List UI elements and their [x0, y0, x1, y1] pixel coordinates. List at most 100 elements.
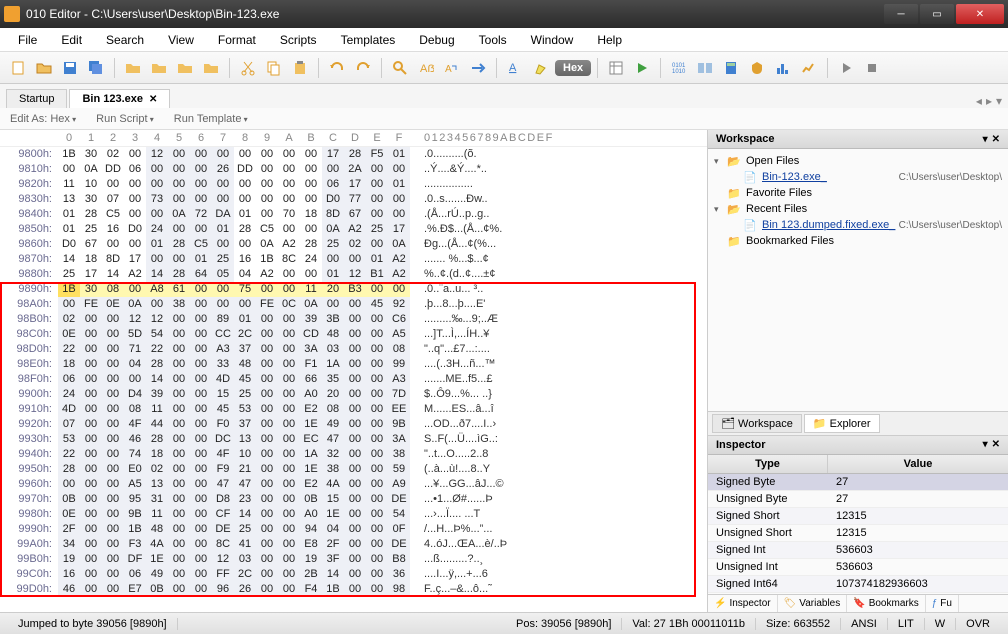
stop-icon[interactable]	[860, 56, 884, 80]
hex-row[interactable]: 9810h:000ADD0600000026DD000000002A0000..…	[0, 162, 707, 177]
run-script-dropdown[interactable]: Run Script	[96, 113, 154, 125]
tab-workspace[interactable]: 🗂 Workspace	[712, 414, 802, 433]
tab-close-icon[interactable]: ✕	[149, 94, 157, 105]
inspector-row[interactable]: Unsigned Byte27	[708, 491, 1008, 508]
find-text-icon[interactable]: Aẞ	[414, 56, 438, 80]
save-all-icon[interactable]	[84, 56, 108, 80]
inspector-row[interactable]: Unsigned Short12315	[708, 525, 1008, 542]
inspector-row[interactable]: Signed Byte27	[708, 474, 1008, 491]
hex-row[interactable]: 99C0h:16000006490000FF2C00002B14000036..…	[0, 567, 707, 582]
folder2-icon[interactable]	[147, 56, 171, 80]
goto-icon[interactable]	[466, 56, 490, 80]
menu-format[interactable]: Format	[208, 31, 266, 49]
copy-icon[interactable]	[262, 56, 286, 80]
run-icon[interactable]	[630, 56, 654, 80]
hex-body[interactable]: 9800h:1B30020012000000000000001728F501.0…	[0, 147, 707, 597]
folder3-icon[interactable]	[173, 56, 197, 80]
hex-row[interactable]: 98D0h:22000071220000A33700003A03000008".…	[0, 342, 707, 357]
menu-tools[interactable]: Tools	[469, 31, 517, 49]
hex-row[interactable]: 9920h:0700004F440000F03700001E4900009B..…	[0, 417, 707, 432]
tree-bookmarked[interactable]: 📁Bookmarked Files	[714, 233, 1002, 249]
hex-row[interactable]: 9980h:0E00009B110000CF140000A01E000054..…	[0, 507, 707, 522]
close-panel-icon[interactable]: ✕	[992, 134, 1000, 145]
tab-explorer[interactable]: 📁 Explorer	[804, 414, 880, 433]
menu-templates[interactable]: Templates	[331, 31, 406, 49]
menu-edit[interactable]: Edit	[51, 31, 92, 49]
histogram-icon[interactable]	[771, 56, 795, 80]
undo-icon[interactable]	[325, 56, 349, 80]
save-icon[interactable]	[58, 56, 82, 80]
hex-row[interactable]: 9840h:0128C500000A72DA010070188D670000.(…	[0, 207, 707, 222]
menu-search[interactable]: Search	[96, 31, 154, 49]
replace-icon[interactable]: A	[440, 56, 464, 80]
hex-row[interactable]: 98C0h:0E00005D540000CC2C0000CD480000A5..…	[0, 327, 707, 342]
inspector-row[interactable]: Signed Int536603	[708, 542, 1008, 559]
hex-mode-button[interactable]: Hex	[555, 60, 591, 76]
hex-row[interactable]: 9830h:133007007300000000000000D0770000.0…	[0, 192, 707, 207]
status-w[interactable]: W	[925, 618, 956, 630]
hex-row[interactable]: 99D0h:460000E70B000096260000F41B000098F.…	[0, 582, 707, 597]
insp-tab-functions[interactable]: ƒFu	[926, 595, 959, 612]
tree-favorite[interactable]: 📁Favorite Files	[714, 185, 1002, 201]
tab-startup[interactable]: Startup	[6, 89, 67, 108]
hex-row[interactable]: 9800h:1B30020012000000000000001728F501.0…	[0, 147, 707, 162]
highlight-icon[interactable]: A	[503, 56, 527, 80]
redo-icon[interactable]	[351, 56, 375, 80]
hex-row[interactable]: 9970h:0B000095310000D82300000B150000DE..…	[0, 492, 707, 507]
tab-active-file[interactable]: Bin 123.exe✕	[69, 89, 170, 108]
compare-icon[interactable]	[693, 56, 717, 80]
menu-help[interactable]: Help	[587, 31, 632, 49]
hex-row[interactable]: 9850h:012516D02400000128C500000AA22517.%…	[0, 222, 707, 237]
menu-view[interactable]: View	[158, 31, 204, 49]
hex-row[interactable]: 9900h:240000D439000015250000A02000007D$.…	[0, 387, 707, 402]
pin-icon[interactable]: ▾	[983, 134, 988, 145]
play-icon[interactable]	[834, 56, 858, 80]
open-file-icon[interactable]	[32, 56, 56, 80]
inspector-row[interactable]: Signed Short12315	[708, 508, 1008, 525]
search-icon[interactable]	[388, 56, 412, 80]
folder4-icon[interactable]	[199, 56, 223, 80]
binary-icon[interactable]: 01011010	[667, 56, 691, 80]
inspector-row[interactable]: Signed Int64107374182936603	[708, 576, 1008, 593]
tree-file-2[interactable]: 📄Bin 123.dumped.fixed.exe_C:\Users\user\…	[714, 217, 1002, 233]
hex-row[interactable]: 99B0h:190000DF1E000012030000193F0000B8..…	[0, 552, 707, 567]
status-endian[interactable]: LIT	[888, 618, 925, 630]
hex-row[interactable]: 9930h:53000046280000DC130000EC4700003AS.…	[0, 432, 707, 447]
menu-file[interactable]: File	[8, 31, 47, 49]
hex-row[interactable]: 9860h:D06700000128C500000AA2282502000AÐg…	[0, 237, 707, 252]
hex-editor[interactable]: 0123456789ABCDEF 0123456789ABCDEF 9800h:…	[0, 130, 708, 612]
hex-row[interactable]: 9960h:000000A513000047470000E24A0000A9..…	[0, 477, 707, 492]
insp-tab-bookmarks[interactable]: 🔖Bookmarks	[847, 595, 925, 612]
hex-row[interactable]: 9870h:14188D1700000125161B8C24000001A2..…	[0, 252, 707, 267]
insp-tab-inspector[interactable]: ⚡Inspector	[708, 595, 778, 612]
hex-row[interactable]: 98E0h:1800000428000033480000F11A000099..…	[0, 357, 707, 372]
tab-prev-icon[interactable]: ◂	[976, 94, 982, 108]
minimize-button[interactable]: ─	[884, 4, 918, 24]
close-button[interactable]: ✕	[956, 4, 1004, 24]
marker-icon[interactable]	[529, 56, 553, 80]
tree-file-1[interactable]: 📄Bin-123.exe_C:\Users\user\Desktop\	[714, 169, 1002, 185]
edit-as-dropdown[interactable]: Edit As: Hex	[10, 113, 76, 125]
menu-window[interactable]: Window	[521, 31, 584, 49]
calculator-icon[interactable]	[719, 56, 743, 80]
tree-recent[interactable]: ▾📂Recent Files	[714, 201, 1002, 217]
template-icon[interactable]	[604, 56, 628, 80]
hex-row[interactable]: 9820h:11100000000000000000000006170001..…	[0, 177, 707, 192]
new-file-icon[interactable]	[6, 56, 30, 80]
folder-icon[interactable]	[121, 56, 145, 80]
hex-row[interactable]: 9990h:2F00001B480000DE250000940400000F/.…	[0, 522, 707, 537]
hex-row[interactable]: 9880h:251714A21428640504A200000112B1A2%.…	[0, 267, 707, 282]
hex-row[interactable]: 98B0h:0200001212000089010000393B0000C6..…	[0, 312, 707, 327]
tab-menu-icon[interactable]: ▾	[996, 94, 1002, 108]
inspector-close-icon[interactable]: ✕	[992, 439, 1000, 450]
status-ovr[interactable]: OVR	[956, 618, 1000, 630]
maximize-button[interactable]: ▭	[920, 4, 954, 24]
hex-row[interactable]: 98A0h:00FE0E0A0038000000FE0C0A00004592.þ…	[0, 297, 707, 312]
paste-icon[interactable]	[288, 56, 312, 80]
hex-row[interactable]: 9910h:4D00000811000045530000E2080000EEM.…	[0, 402, 707, 417]
insp-tab-variables[interactable]: 🏷Variables	[778, 595, 848, 612]
hex-row[interactable]: 99A0h:340000F34A00008C410000E82F0000DE4.…	[0, 537, 707, 552]
hex-row[interactable]: 9950h:280000E0020000F92100001E38000059(.…	[0, 462, 707, 477]
run-template-dropdown[interactable]: Run Template	[174, 113, 248, 125]
inspector-row[interactable]: Unsigned Int536603	[708, 559, 1008, 576]
